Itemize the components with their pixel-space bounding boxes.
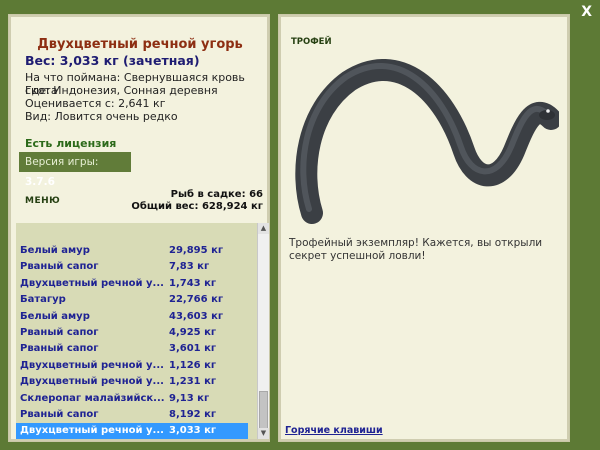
menu-button[interactable]: МЕНЮ [25, 196, 60, 206]
game-version: Версия игры: 3.7.6 [19, 152, 131, 188]
fish-weight: Вес: 3,033 кг (зачетная) [25, 53, 200, 68]
list-item[interactable]: Белый амур 43,603 кг [16, 309, 248, 325]
fish-name: Рваный сапог [20, 261, 99, 273]
scroll-up-icon[interactable]: ▲ [258, 223, 269, 234]
fish-weight-value: 1,231 кг [169, 376, 217, 388]
catch-list[interactable]: ▲ ▼ Белый амур 29,895 кг Рваный сапог 7,83 … [16, 223, 269, 439]
fish-name: Двухцветный речной у... [20, 359, 164, 371]
fish-weight-value: 22,766 кг [169, 294, 224, 306]
list-item[interactable]: Рваный сапог 8,192 кг [16, 407, 248, 423]
trophy-description: Трофейный экземпляр! Кажется, вы открыли… [289, 237, 543, 262]
fish-weight-value: 29,895 кг [169, 245, 224, 256]
hotkeys-link[interactable]: Горячие клавиши [285, 425, 383, 436]
fish-weight-value: 8,192 кг [169, 409, 217, 420]
fish-info-panel: Двухцветный речной угорь Вес: 3,033 кг (… [8, 14, 270, 442]
fish-name: Батагур [20, 294, 66, 306]
scroll-thumb[interactable] [259, 391, 268, 429]
fish-title: Двухцветный речной угорь [37, 37, 243, 52]
fish-weight-value: 3,601 кг [169, 343, 217, 355]
fish-count: Рыб в садке: 66 [170, 189, 263, 200]
fish-name: Белый амур [20, 245, 90, 256]
fish-name: Рваный сапог [20, 327, 99, 338]
list-item[interactable]: Рваный сапог 4,925 кг [16, 325, 248, 341]
fish-name: Рваный сапог [20, 409, 99, 420]
eel-image [295, 59, 559, 224]
license-status: Есть лицензия [25, 137, 117, 150]
scroll-down-icon[interactable]: ▼ [258, 428, 269, 439]
fish-weight-value: 7,83 кг [169, 261, 210, 273]
version-label: Версия игры: [25, 156, 99, 168]
fish-name: Склеропаг малайзийск... [20, 392, 165, 404]
location-info: Где: Индонезия, Сонная деревня [25, 84, 218, 97]
fish-weight-value: 3,033 кг [169, 425, 217, 437]
trophy-panel: ТРОФЕЙ Трофейный экземпляр! Кажется, вы … [278, 14, 570, 442]
fish-name: Белый амур [20, 310, 90, 322]
fish-name: Рваный сапог [20, 343, 99, 355]
fish-weight-value: 9,13 кг [169, 392, 210, 404]
list-item[interactable]: Склеропаг малайзийск... 9,13 кг [16, 391, 248, 407]
version-number: 3.7.6 [25, 176, 55, 188]
fish-name: Двухцветный речной у... [20, 425, 164, 437]
fish-weight-value: 43,603 кг [169, 310, 224, 322]
cage-stats: Рыб в садке: 66 Общий вес: 628,924 кг [131, 189, 263, 213]
fish-weight-value: 1,126 кг [169, 359, 217, 371]
list-item[interactable]: Батагур 22,766 кг [16, 292, 248, 308]
list-item[interactable]: Двухцветный речной у... 1,126 кг [16, 358, 248, 374]
species-rarity-info: Вид: Ловится очень редко [25, 110, 178, 123]
rated-from-info: Оценивается с: 2,641 кг [25, 97, 166, 110]
total-weight: Общий вес: 628,924 кг [131, 201, 263, 212]
close-icon[interactable]: X [581, 4, 592, 20]
fish-name: Двухцветный речной у... [20, 277, 164, 289]
fish-weight-value: 1,743 кг [169, 277, 217, 289]
fish-name: Двухцветный речной у... [20, 376, 164, 388]
list-item[interactable]: Двухцветный речной у... 3,033 кг [16, 423, 248, 439]
list-item[interactable]: Рваный сапог 3,601 кг [16, 341, 248, 357]
list-item[interactable]: Белый амур 29,895 кг [16, 243, 248, 259]
list-item[interactable]: Двухцветный речной у... 1,231 кг [16, 374, 248, 390]
list-item[interactable]: Двухцветный речной у... 1,743 кг [16, 276, 248, 292]
fish-weight-value: 4,925 кг [169, 327, 217, 338]
list-item[interactable]: Рваный сапог 7,83 кг [16, 259, 248, 275]
list-scrollbar[interactable]: ▲ ▼ [257, 223, 269, 439]
